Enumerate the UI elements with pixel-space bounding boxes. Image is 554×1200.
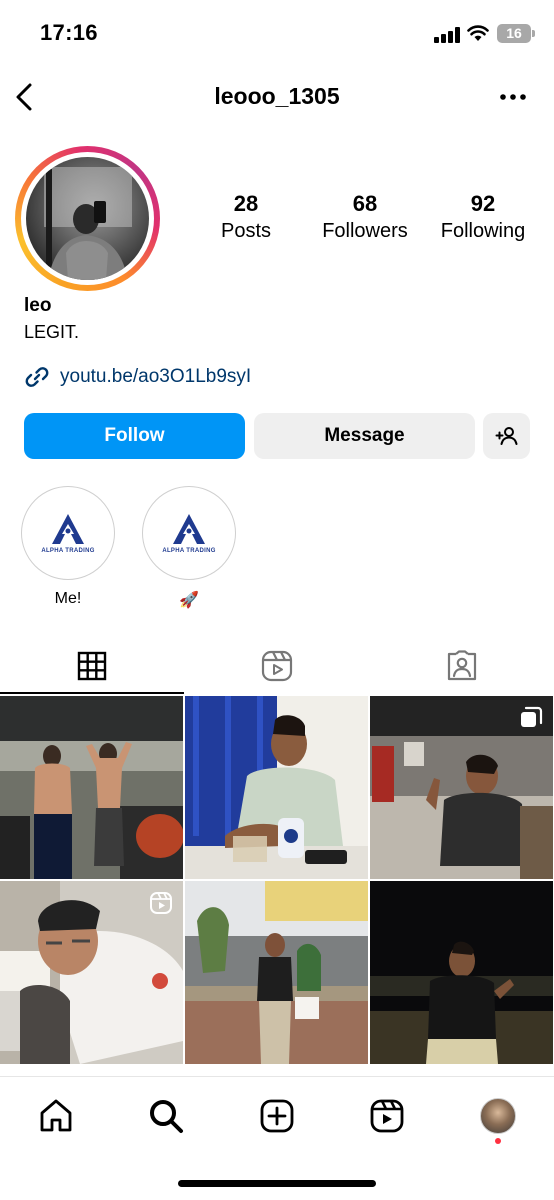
profile-username: leooo_1305 (214, 83, 340, 109)
bio-link[interactable]: youtu.be/ao3O1Lb9syI (24, 364, 251, 390)
search-icon (150, 1100, 183, 1133)
battery-indicator: 16 (497, 24, 531, 43)
following-count: 92 (470, 191, 496, 216)
followers-count: 68 (352, 191, 378, 216)
more-options-icon[interactable] (496, 82, 530, 112)
reels-icon (261, 650, 293, 682)
posts-stat[interactable]: 28 Posts (205, 190, 287, 244)
highlight-label: 🚀 (179, 592, 199, 609)
posts-label: Posts (220, 220, 272, 242)
bio-link-text: youtu.be/ao3O1Lb9syI (60, 366, 252, 387)
grid-post[interactable] (185, 696, 368, 879)
alpha-trading-logo-icon (52, 514, 84, 544)
grid-post[interactable] (0, 696, 183, 879)
grid-post[interactable] (370, 696, 553, 879)
tagged-person-icon (447, 650, 477, 681)
highlight-logo-text: ALPHA TRADING (162, 548, 216, 554)
followers-stat[interactable]: 68 Followers (313, 190, 417, 244)
nav-profile[interactable] (476, 1094, 520, 1138)
nav-create[interactable] (255, 1094, 299, 1138)
tab-reels[interactable] (185, 638, 369, 694)
highlight-rocket[interactable]: ALPHA TRADING 🚀 (141, 486, 237, 610)
following-stat[interactable]: 92 Following (432, 190, 534, 244)
add-person-icon (495, 427, 517, 445)
profile-avatar (26, 157, 149, 280)
display-name: leo (24, 295, 52, 316)
highlight-label: Me! (54, 590, 82, 607)
profile-header: leooo_1305 (0, 72, 554, 122)
reel-icon (150, 892, 172, 914)
highlight-me[interactable]: ALPHA TRADING Me! (20, 486, 116, 608)
active-tab-indicator (0, 692, 184, 694)
tab-tagged[interactable] (370, 638, 554, 694)
following-label: Following (440, 220, 526, 242)
posts-grid (0, 696, 554, 1076)
grid-post[interactable] (370, 881, 553, 1064)
story-ring[interactable] (15, 146, 160, 291)
notification-dot (495, 1138, 501, 1144)
message-button[interactable]: Message (254, 413, 475, 459)
suggested-users-button[interactable] (483, 413, 530, 459)
grid-post[interactable] (0, 881, 183, 1064)
bio-text: LEGIT. (24, 322, 80, 342)
posts-count: 28 (233, 191, 259, 216)
highlight-cover: ALPHA TRADING (142, 486, 236, 580)
follow-button[interactable]: Follow (24, 413, 245, 459)
cellular-signal-icon (434, 27, 460, 43)
highlight-cover: ALPHA TRADING (21, 486, 115, 580)
wifi-icon (467, 25, 489, 41)
home-indicator (178, 1180, 376, 1187)
link-icon (25, 367, 49, 387)
carousel-icon (521, 706, 543, 727)
reels-icon (370, 1099, 404, 1133)
nav-home[interactable] (34, 1094, 78, 1138)
status-bar: 17:16 16 (0, 0, 554, 68)
nav-search[interactable] (144, 1094, 188, 1138)
alpha-trading-logo-icon (173, 514, 205, 544)
tab-posts-grid[interactable] (0, 638, 184, 694)
battery-tip (532, 30, 535, 37)
home-icon (40, 1099, 72, 1132)
grid-icon (77, 651, 107, 681)
create-post-icon (260, 1099, 294, 1133)
highlight-logo-text: ALPHA TRADING (41, 548, 95, 554)
followers-label: Followers (322, 220, 408, 242)
nav-reels[interactable] (365, 1094, 409, 1138)
status-time: 17:16 (40, 20, 98, 45)
profile-avatar (480, 1098, 516, 1134)
profile-tabs (0, 638, 554, 694)
avatar-border (21, 152, 154, 285)
grid-post[interactable] (185, 881, 368, 1064)
